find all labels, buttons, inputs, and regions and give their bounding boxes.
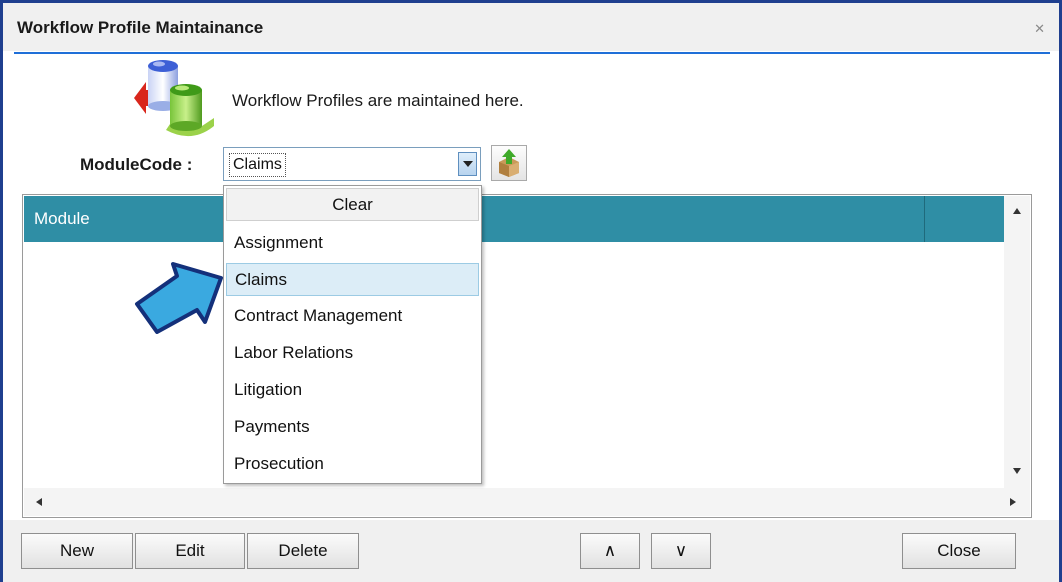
close-button[interactable]: Close bbox=[902, 533, 1016, 569]
move-down-button[interactable]: ∨ bbox=[651, 533, 711, 569]
dropdown-option-contract-management[interactable]: Contract Management bbox=[226, 300, 479, 333]
vertical-scrollbar[interactable] bbox=[1004, 196, 1030, 488]
scroll-down-icon[interactable] bbox=[1013, 468, 1021, 474]
module-code-label: ModuleCode : bbox=[80, 155, 193, 174]
window-close-icon[interactable]: ✕ bbox=[1034, 21, 1045, 37]
scroll-right-icon[interactable] bbox=[1010, 498, 1016, 506]
module-code-value: Claims bbox=[229, 153, 286, 177]
window-title: Workflow Profile Maintainance bbox=[17, 18, 264, 37]
clear-option[interactable]: Clear bbox=[226, 188, 479, 221]
dropdown-option-payments[interactable]: Payments bbox=[226, 411, 479, 444]
delete-button[interactable]: Delete bbox=[247, 533, 359, 569]
dropdown-option-prosecution[interactable]: Prosecution bbox=[226, 448, 479, 481]
dropdown-option-assignment[interactable]: Assignment bbox=[226, 227, 479, 260]
dropdown-option-claims[interactable]: Claims bbox=[226, 263, 479, 296]
edit-button[interactable]: Edit bbox=[135, 533, 245, 569]
dropdown-option-litigation[interactable]: Litigation bbox=[226, 374, 479, 407]
new-button[interactable]: New bbox=[21, 533, 133, 569]
title-bar: Workflow Profile Maintainance ✕ bbox=[3, 3, 1059, 51]
move-up-button[interactable]: ∧ bbox=[580, 533, 640, 569]
grid-header: Module ry bbox=[24, 196, 1030, 242]
callout-arrow-icon bbox=[135, 262, 223, 334]
box-upload-icon bbox=[499, 149, 519, 177]
chevron-down-icon[interactable] bbox=[458, 152, 477, 176]
module-code-combobox[interactable]: Claims bbox=[223, 147, 481, 181]
upload-button[interactable] bbox=[491, 145, 527, 181]
horizontal-scrollbar[interactable] bbox=[24, 488, 1030, 516]
column-header-module[interactable]: Module bbox=[34, 209, 90, 229]
profiles-grid: Module ry bbox=[22, 194, 1032, 518]
scroll-up-icon[interactable] bbox=[1013, 208, 1021, 214]
description-text: Workflow Profiles are maintained here. bbox=[232, 91, 524, 110]
column-separator bbox=[924, 196, 925, 242]
module-code-dropdown-list: Clear Assignment Claims Contract Managem… bbox=[223, 185, 482, 484]
scroll-left-icon[interactable] bbox=[36, 498, 42, 506]
database-logo-icon bbox=[134, 60, 214, 137]
dropdown-option-labor-relations[interactable]: Labor Relations bbox=[226, 337, 479, 370]
